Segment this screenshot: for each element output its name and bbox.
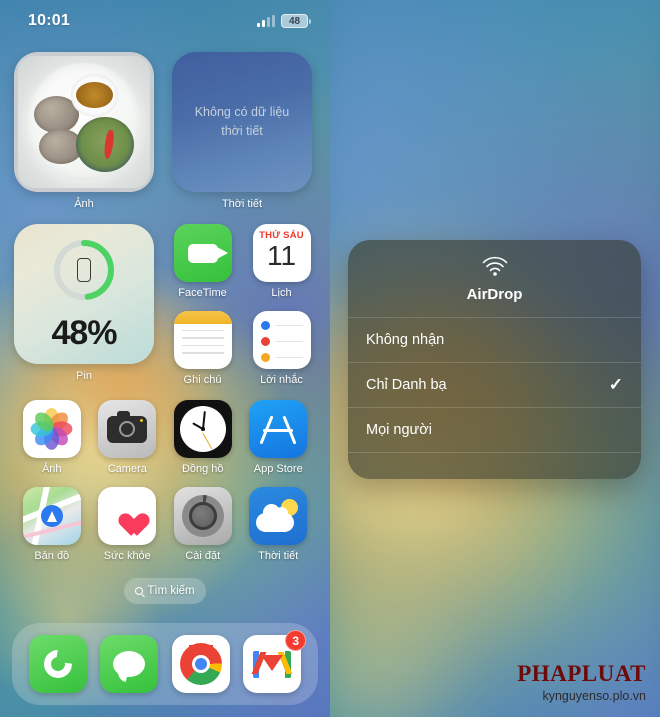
app-label-settings: Cài đặt (185, 550, 221, 562)
dock-app-phone[interactable] (28, 635, 87, 693)
status-bar: 10:01 48 (0, 0, 330, 42)
app-label-app-store: App Store (253, 463, 303, 475)
battery-icon: 48 (281, 14, 311, 28)
airdrop-icon (478, 254, 512, 280)
airdrop-option-receiving-off[interactable]: Không nhận (348, 318, 641, 362)
health-icon[interactable] (98, 487, 157, 545)
app-label-calendar: Lịch (271, 287, 292, 299)
app-weather[interactable]: Thời tiết (241, 487, 317, 562)
watermark: PHAPLUAT kynguyenso.plo.vn (517, 662, 646, 703)
settings-icon[interactable] (173, 487, 232, 545)
reminders-icon[interactable] (252, 311, 311, 369)
photos-icon[interactable] (22, 400, 81, 458)
dock-app-gmail[interactable]: 3 (243, 630, 307, 693)
app-label-clock: Đồng hồ (181, 463, 224, 475)
status-clock: 10:01 (28, 12, 70, 29)
battery-widget[interactable]: 48% Pin (14, 224, 154, 386)
cellular-signal-icon (257, 14, 275, 27)
app-label-photos: Ảnh (41, 463, 62, 475)
weather-widget-message: Không có dữ liệu thời tiết (194, 104, 290, 138)
weather-widget-label: Thời tiết (221, 198, 263, 210)
app-clock[interactable]: Đồng hồ (165, 400, 241, 475)
app-camera[interactable]: Camera (90, 400, 166, 475)
calendar-icon[interactable]: THỨ SÁU 11 (252, 224, 311, 282)
app-calendar[interactable]: THỨ SÁU 11 Lịch (251, 224, 312, 299)
battery-percent-text: 48% (51, 314, 117, 352)
widget-row-top: Ảnh Không có dữ liệu thời tiết Thời tiết (14, 52, 316, 210)
phone-screenshot-pair: 10:01 48 Ảnh Không có dữ liệu thời tiết … (0, 0, 660, 717)
airdrop-option-everyone[interactable]: Mọi người (348, 408, 641, 452)
photos-widget-label: Ảnh (74, 198, 94, 210)
side-app-block: FaceTime THỨ SÁU 11 Lịch Ghi chú Lời nhắ… (172, 224, 312, 386)
maps-icon[interactable] (22, 487, 81, 545)
home-screen-panel: 10:01 48 Ảnh Không có dữ liệu thời tiết … (0, 0, 330, 717)
search-button[interactable]: Tìm kiếm (124, 578, 206, 604)
app-label-maps: Bản đồ (34, 550, 70, 562)
airdrop-panel: AirDrop Không nhận Chỉ Danh bạ ✓ Mọi ngư… (330, 0, 660, 717)
app-label-health: Sức khỏe (103, 550, 151, 562)
calendar-day-number: 11 (266, 240, 297, 271)
app-label-camera: Camera (107, 463, 147, 475)
dock: 3 (12, 623, 318, 705)
home-screen-content: Ảnh Không có dữ liệu thời tiết Thời tiết (0, 0, 330, 717)
facetime-icon[interactable] (173, 224, 232, 282)
watermark-logo: PHAPLUAT (517, 661, 646, 686)
app-reminders[interactable]: Lời nhắc (251, 311, 312, 386)
status-indicators: 48 (257, 14, 311, 28)
app-store-icon[interactable] (249, 400, 308, 458)
dock-app-messages[interactable] (100, 635, 159, 693)
app-grid: Ảnh Camera Đồng hồ App Store Bản đồ Sức … (14, 400, 316, 562)
photos-widget[interactable]: Ảnh (14, 52, 154, 210)
search-label: Tìm kiếm (147, 585, 195, 597)
notes-icon[interactable] (173, 311, 232, 369)
phone-glyph-icon (77, 258, 91, 282)
battery-ring-gauge (52, 238, 116, 302)
battery-widget-label: Pin (76, 370, 92, 382)
messages-icon[interactable] (100, 635, 159, 693)
airdrop-option-label: Mọi người (366, 422, 432, 438)
dock-app-chrome[interactable] (171, 635, 230, 693)
app-health[interactable]: Sức khỏe (90, 487, 166, 562)
app-maps[interactable]: Bản đồ (14, 487, 90, 562)
airdrop-title: AirDrop (466, 286, 523, 303)
phone-icon[interactable] (28, 635, 87, 693)
airdrop-option-label: Chỉ Danh bạ (366, 377, 447, 393)
gmail-badge: 3 (285, 630, 307, 651)
airdrop-footer (348, 453, 641, 479)
widget-row-middle: 48% Pin FaceTime THỨ SÁU 11 Lịch Ghi chú… (14, 224, 316, 386)
checkmark-icon: ✓ (608, 375, 623, 394)
battery-widget-body[interactable]: 48% (14, 224, 154, 364)
search-icon (135, 587, 144, 595)
chrome-icon[interactable] (171, 635, 230, 693)
airdrop-dialog: AirDrop Không nhận Chỉ Danh bạ ✓ Mọi ngư… (348, 240, 641, 479)
app-notes[interactable]: Ghi chú (172, 311, 233, 386)
app-label-notes: Ghi chú (183, 374, 222, 386)
app-photos[interactable]: Ảnh (14, 400, 90, 475)
airdrop-header: AirDrop (348, 240, 641, 317)
app-facetime[interactable]: FaceTime (172, 224, 233, 299)
clock-icon[interactable] (173, 400, 232, 458)
camera-icon[interactable] (98, 400, 157, 458)
food-photo (18, 56, 150, 188)
app-settings[interactable]: Cài đặt (165, 487, 241, 562)
weather-widget[interactable]: Không có dữ liệu thời tiết Thời tiết (172, 52, 312, 210)
weather-widget-body[interactable]: Không có dữ liệu thời tiết (172, 52, 312, 192)
watermark-url: kynguyenso.plo.vn (542, 689, 646, 703)
app-label-weather: Thời tiết (258, 550, 299, 562)
weather-icon[interactable] (249, 487, 308, 545)
app-label-facetime: FaceTime (178, 287, 227, 299)
app-app-store[interactable]: App Store (241, 400, 317, 475)
airdrop-option-label: Không nhận (366, 332, 445, 348)
app-label-reminders: Lời nhắc (260, 374, 303, 386)
photos-widget-image[interactable] (14, 52, 154, 192)
airdrop-option-contacts-only[interactable]: Chỉ Danh bạ ✓ (348, 363, 641, 407)
battery-level-text: 48 (288, 15, 301, 27)
